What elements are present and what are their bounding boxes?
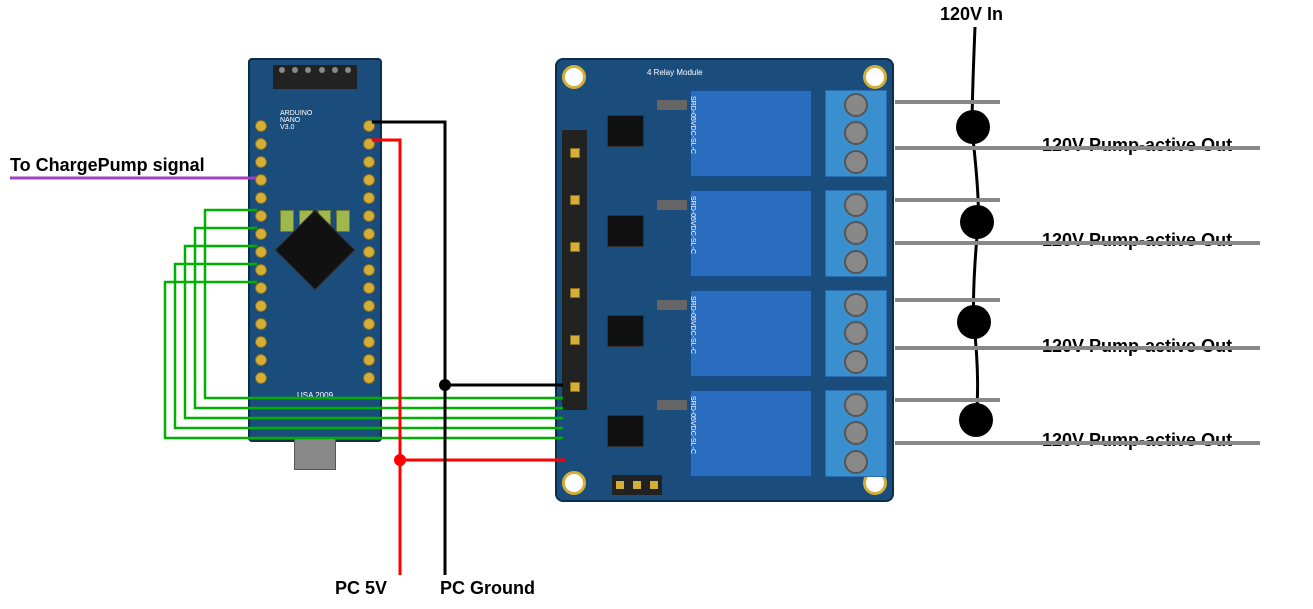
relay-1: SRD-05VDC-SL-C xyxy=(690,90,812,177)
relay-2: SRD-05VDC-SL-C xyxy=(690,190,812,277)
junction-relay3 xyxy=(957,305,991,339)
pump-out-1-label: 120V Pump-active Out xyxy=(1042,135,1232,156)
pc-5v-label: PC 5V xyxy=(335,578,387,599)
arduino-title: ARDUINO NANO V3.0 xyxy=(280,110,312,131)
arduino-analog-pins xyxy=(363,120,375,384)
charge-pump-label: To ChargePump signal xyxy=(10,155,205,176)
relay-input-header xyxy=(562,130,587,410)
relay-module-title: 4 Relay Module xyxy=(647,68,703,77)
terminal-block-1 xyxy=(825,90,887,177)
optocoupler-2 xyxy=(607,215,644,247)
junction-5v xyxy=(394,454,406,466)
junction-relay4 xyxy=(959,403,993,437)
arduino-digital-pins xyxy=(255,120,267,384)
pump-out-4-label: 120V Pump-active Out xyxy=(1042,430,1232,451)
pc-ground-label: PC Ground xyxy=(440,578,535,599)
terminal-block-3 xyxy=(825,290,887,377)
junction-gnd xyxy=(439,379,451,391)
v120-in-label: 120V In xyxy=(940,4,1003,25)
optocoupler-1 xyxy=(607,115,644,147)
optocoupler-4 xyxy=(607,415,644,447)
relay-4: SRD-05VDC-SL-C xyxy=(690,390,812,477)
pump-out-3-label: 120V Pump-active Out xyxy=(1042,336,1232,357)
wire-5v-to-relay xyxy=(372,140,565,460)
arduino-nano-board: ARDUINO NANO V3.0 USA 2009 xyxy=(248,58,382,442)
junction-relay1 xyxy=(956,110,990,144)
wire-120v-in-trunk xyxy=(972,27,978,420)
pump-out-2-label: 120V Pump-active Out xyxy=(1042,230,1232,251)
relay-power-header xyxy=(612,475,662,495)
terminal-block-2 xyxy=(825,190,887,277)
relay-3: SRD-05VDC-SL-C xyxy=(690,290,812,377)
wire-gnd-to-relay xyxy=(372,122,563,385)
arduino-icsp-header xyxy=(273,65,357,89)
terminal-block-4 xyxy=(825,390,887,477)
arduino-footer: USA 2009 xyxy=(297,391,333,400)
relay-module-board: 4 Relay Module SRD-05VDC-SL-C SRD-05VDC-… xyxy=(555,58,894,502)
arduino-usb-port xyxy=(294,438,336,470)
optocoupler-3 xyxy=(607,315,644,347)
junction-relay2 xyxy=(960,205,994,239)
